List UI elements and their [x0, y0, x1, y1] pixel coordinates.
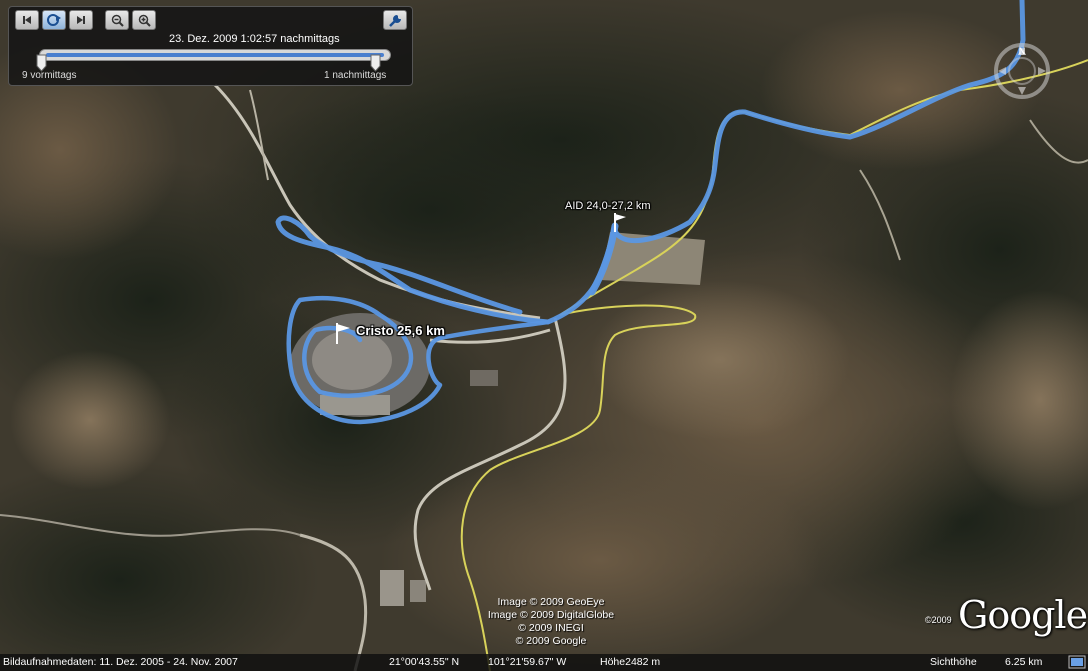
time-slider-date: 23. Dez. 2009 1:02:57 nachmittags — [169, 33, 340, 45]
gps-track — [275, 0, 1026, 425]
copyright-line: © 2009 INEGI — [518, 622, 584, 634]
play-icon[interactable] — [42, 10, 66, 30]
compass-icon[interactable]: N — [990, 35, 1054, 105]
copyright-line: Image © 2009 DigitalGlobe — [487, 609, 615, 621]
time-slider-track[interactable] — [39, 49, 391, 61]
track-line-aid — [588, 222, 619, 296]
eye-altitude-label: Sichthöhe — [930, 656, 977, 668]
eye-altitude-value: 6.25 km — [1005, 656, 1043, 668]
satellite-map[interactable]: 23. Dez. 2009 1:02:57 nachmittags 9 vorm… — [0, 0, 1088, 671]
elevation-readout: Höhe2482 m — [600, 656, 661, 668]
streaming-indicator-icon — [1068, 655, 1086, 669]
copyright-line: © 2009 Google — [515, 635, 587, 647]
imagery-copyright: Image © 2009 GeoEye Image © 2009 Digital… — [466, 596, 636, 648]
google-logo: Google — [958, 593, 1088, 637]
latitude-readout: 21°00'43.55" N — [389, 656, 460, 668]
longitude-readout: 101°21'59.67" W — [488, 656, 567, 668]
google-copyright-year: ©2009 — [925, 615, 952, 625]
time-slider-end-label: 1 nachmittags — [324, 70, 387, 81]
copyright-line: Image © 2009 GeoEye — [497, 596, 605, 608]
cristo-label[interactable]: Cristo 25,6 km — [356, 323, 445, 338]
wrench-icon[interactable] — [383, 10, 407, 30]
imagery-date: Bildaufnahmedaten: 11. Dez. 2005 - 24. N… — [3, 656, 238, 668]
time-slider-fill — [46, 53, 384, 57]
aid-station-label[interactable]: AID 24,0-27,2 km — [565, 200, 651, 212]
time-slider-start-label: 9 vormittags — [22, 70, 77, 81]
zoom-out-icon[interactable] — [105, 10, 129, 30]
skip-end-icon[interactable] — [69, 10, 93, 30]
skip-start-icon[interactable] — [15, 10, 39, 30]
zoom-in-icon[interactable] — [132, 10, 156, 30]
status-bar: Bildaufnahmedaten: 11. Dez. 2005 - 24. N… — [0, 654, 1088, 671]
flag-icon[interactable] — [612, 212, 628, 232]
flag-icon[interactable] — [334, 322, 352, 344]
time-slider-panel: 23. Dez. 2009 1:02:57 nachmittags 9 vorm… — [8, 6, 413, 86]
compass-north-label: N — [1019, 46, 1026, 56]
